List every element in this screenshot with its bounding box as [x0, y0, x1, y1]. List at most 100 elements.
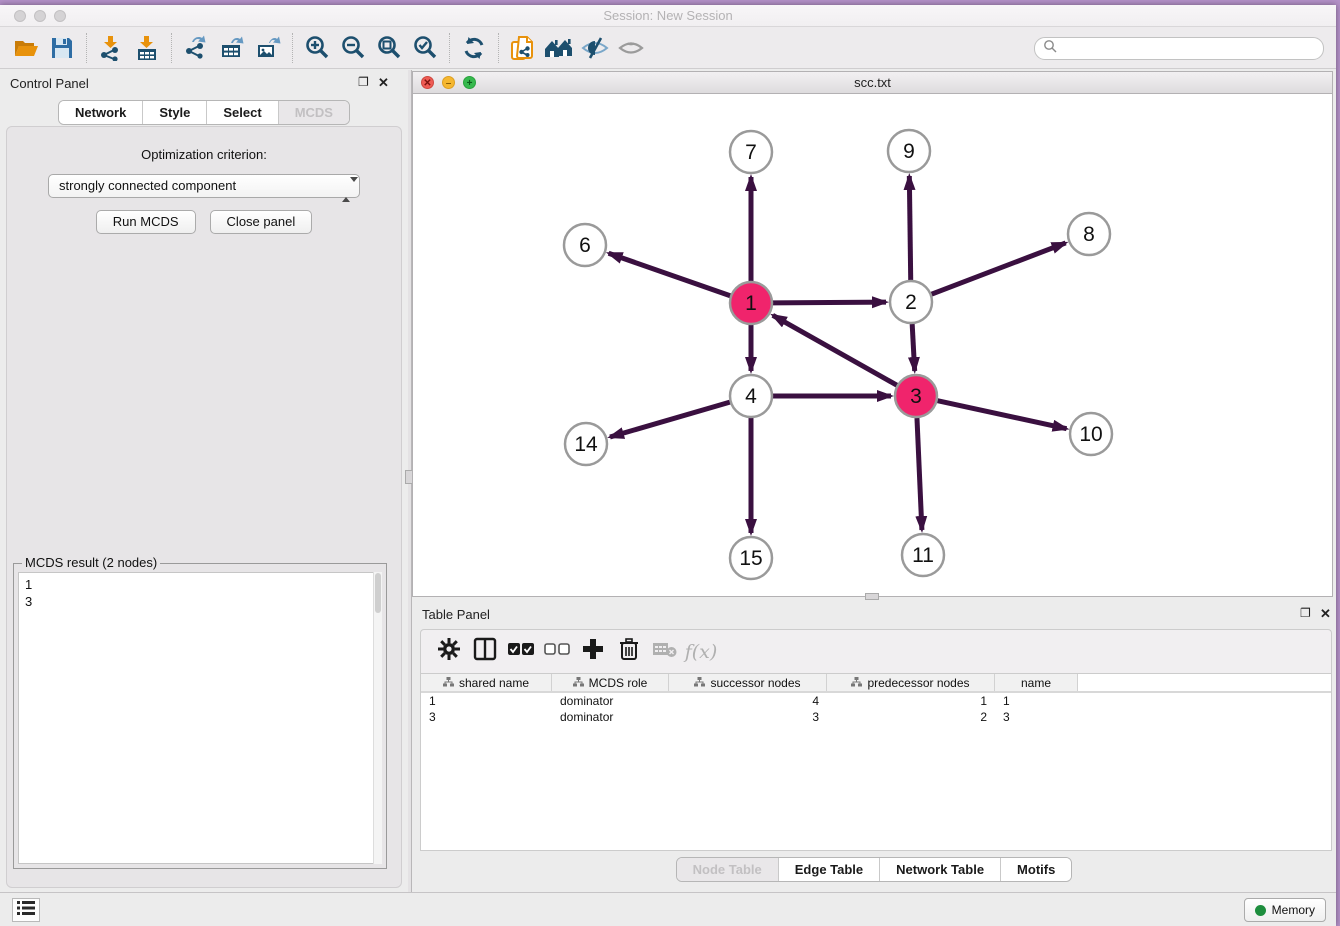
edge-1-6[interactable] [609, 253, 731, 295]
table-cell[interactable]: 3 [995, 709, 1078, 725]
column-header-name[interactable]: name [995, 674, 1078, 691]
column-header-shared-name[interactable]: shared name [421, 674, 552, 691]
network-canvas[interactable]: 7968124314101511 [413, 94, 1332, 596]
select-all-columns-button[interactable] [503, 635, 539, 669]
table-cell[interactable]: 1 [421, 693, 552, 709]
edge-2-9[interactable] [909, 176, 910, 280]
show-column-panel-button[interactable] [467, 635, 503, 669]
table-cell[interactable]: 1 [995, 693, 1078, 709]
plus-icon [582, 638, 604, 665]
table-panel: Table Panel ❐ ✕ f(x) [412, 601, 1336, 890]
clone-network-icon [509, 34, 537, 62]
close-panel-icon[interactable]: ✕ [1320, 606, 1331, 622]
float-panel-icon[interactable]: ❐ [358, 76, 369, 88]
zoom-out-button[interactable] [335, 31, 371, 65]
graph-node-label: 11 [912, 544, 934, 567]
edge-2-3[interactable] [912, 324, 915, 371]
graph-node-label: 7 [745, 141, 757, 164]
delete-column-button[interactable] [611, 635, 647, 669]
run-mcds-button[interactable]: Run MCDS [96, 210, 196, 234]
show-all-button disabled[interactable] [613, 31, 649, 65]
open-session-button[interactable] [8, 31, 44, 65]
tab-select[interactable]: Select [207, 101, 278, 124]
function-builder-button disabled[interactable]: f(x) [683, 635, 719, 669]
zoom-in-button[interactable] [299, 31, 335, 65]
tab-style[interactable]: Style [143, 101, 207, 124]
memory-status-icon [1255, 905, 1266, 916]
close-panel-button[interactable]: Close panel [210, 210, 313, 234]
zoom-fit-button[interactable] [371, 31, 407, 65]
export-image-button[interactable] [250, 31, 286, 65]
edge-3-10[interactable] [937, 401, 1066, 429]
search-input[interactable] [1062, 42, 1312, 56]
table-row[interactable]: 1dominator411 [421, 693, 1331, 709]
first-neighbors-button[interactable] [541, 31, 577, 65]
zoom-selected-button[interactable] [407, 31, 443, 65]
toolbar-separator [498, 33, 499, 63]
import-table-button[interactable] [129, 31, 165, 65]
float-panel-icon[interactable]: ❐ [1300, 607, 1311, 619]
table-cell[interactable]: dominator [552, 709, 669, 725]
table-cell[interactable]: 3 [421, 709, 552, 725]
eye-slash-icon [581, 35, 609, 61]
mcds-panel: Optimization criterion: strongly connect… [6, 126, 402, 888]
delete-table-button disabled[interactable] [647, 635, 683, 669]
result-scrollbar[interactable] [373, 572, 382, 864]
table-cell[interactable]: 4 [669, 693, 827, 709]
graph-node-label: 14 [574, 433, 598, 456]
export-network-button[interactable] [178, 31, 214, 65]
network-resize-grip[interactable] [865, 593, 879, 600]
tab-network[interactable]: Network [59, 101, 143, 124]
open-folder-icon [13, 35, 39, 61]
task-history-button[interactable] [12, 898, 40, 922]
column-header-predecessor-nodes[interactable]: predecessor nodes [827, 674, 995, 691]
graph-node-label: 6 [579, 234, 591, 257]
edge-4-14[interactable] [610, 402, 730, 437]
tab-edge-table[interactable]: Edge Table [779, 858, 880, 881]
optimization-criterion-dropdown[interactable]: strongly connected component [48, 174, 360, 198]
column-label: name [1021, 676, 1051, 690]
network-window-titlebar: ✕ – + scc.txt [413, 72, 1332, 94]
main-toolbar [0, 27, 1336, 69]
apply-layout-button[interactable] [456, 31, 492, 65]
node-table[interactable]: shared nameMCDS rolesuccessor nodesprede… [420, 673, 1332, 851]
import-network-button[interactable] [93, 31, 129, 65]
deselect-all-columns-button[interactable] [539, 635, 575, 669]
column-header-successor-nodes[interactable]: successor nodes [669, 674, 827, 691]
mcds-result-title: MCDS result (2 nodes) [22, 555, 160, 570]
edge-2-8[interactable] [932, 243, 1066, 294]
tab-network-table[interactable]: Network Table [880, 858, 1001, 881]
mcds-result-textarea[interactable]: 1 3 [18, 572, 382, 864]
search-icon [1043, 39, 1057, 58]
table-cell[interactable]: dominator [552, 693, 669, 709]
hide-selected-button[interactable] [577, 31, 613, 65]
columns-icon [473, 637, 497, 666]
tab-node-table[interactable]: Node Table [677, 858, 779, 881]
memory-button[interactable]: Memory [1244, 898, 1326, 922]
table-toolbar: f(x) [420, 629, 1332, 673]
table-settings-button[interactable] [431, 635, 467, 669]
close-panel-icon[interactable]: ✕ [378, 75, 389, 91]
table-cell[interactable]: 3 [669, 709, 827, 725]
save-session-button[interactable] [44, 31, 80, 65]
edge-3-11[interactable] [917, 418, 922, 530]
create-column-button[interactable] [575, 635, 611, 669]
new-network-from-selection-button[interactable] [505, 31, 541, 65]
memory-label: Memory [1272, 903, 1315, 917]
export-table-button[interactable] [214, 31, 250, 65]
column-header-MCDS-role[interactable]: MCDS role [552, 674, 669, 691]
refresh-icon [461, 35, 487, 61]
table-cell[interactable]: 2 [827, 709, 995, 725]
tab-mcds[interactable]: MCDS [279, 101, 349, 124]
table-row[interactable]: 3dominator323 [421, 709, 1331, 725]
zoom-fit-icon [376, 35, 402, 61]
import-table-icon [134, 35, 160, 61]
search-box[interactable] [1034, 37, 1324, 60]
hierarchy-icon [443, 676, 454, 690]
hierarchy-icon [851, 676, 862, 690]
table-cell[interactable]: 1 [827, 693, 995, 709]
network-window-title: scc.txt [413, 75, 1332, 90]
edge-3-1[interactable] [773, 315, 897, 385]
tab-motifs[interactable]: Motifs [1001, 858, 1071, 881]
edge-1-2[interactable] [773, 302, 886, 303]
